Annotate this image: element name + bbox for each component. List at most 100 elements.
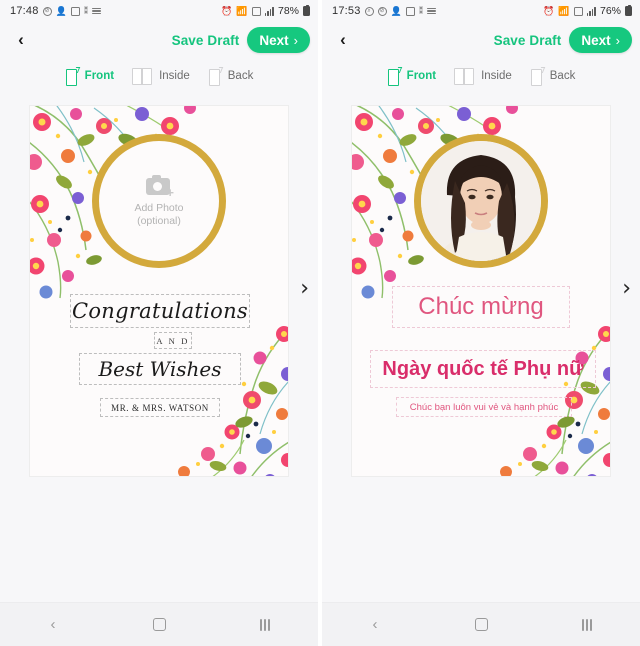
status-bar: 17:53 ⌕ ⊘ 👤 ⁑ ⏰ 📶 76%: [322, 0, 640, 22]
recents-icon: [582, 618, 592, 631]
tab-inside-label: Inside: [481, 70, 512, 82]
alarm-icon: ⏰: [543, 5, 555, 16]
contacts-icon: 👤: [55, 5, 67, 16]
bluetooth-share-icon: ⁑: [83, 5, 89, 16]
tab-front[interactable]: Front: [387, 66, 437, 86]
tab-front-label: Front: [406, 70, 437, 82]
next-button-label: Next: [259, 32, 289, 48]
tab-front[interactable]: Front: [65, 66, 114, 86]
card-inside-icon: [454, 67, 476, 86]
dual-screenshot-comparison: 17:48 ⊘ 👤 ⁑ ⏰ 📶 78% ‹ Save Draft Next › …: [0, 0, 640, 646]
wifi-icon: 📶: [558, 5, 570, 16]
wifi-icon: 📶: [236, 5, 248, 16]
card-back-icon: [208, 66, 224, 86]
menu-lines-icon: [427, 6, 437, 15]
card-side-tabs: Front Inside Back: [322, 58, 640, 92]
battery-icon: [625, 4, 632, 16]
card-text-signature[interactable]: MR. & MRS. WATSON: [100, 398, 220, 417]
save-draft-button[interactable]: Save Draft: [164, 29, 248, 52]
status-time: 17:53: [332, 5, 361, 17]
back-button[interactable]: ‹: [332, 29, 354, 51]
chevron-right-icon: ›: [615, 32, 620, 48]
data-saver-icon: [251, 6, 261, 16]
battery-icon: [303, 4, 310, 16]
do-not-disturb-icon: ⊘: [42, 6, 52, 16]
status-bar-right: ⏰ 📶 76%: [543, 4, 632, 17]
card-text-connector-value: A N D: [156, 335, 190, 346]
card-front-icon: [387, 66, 403, 86]
gallery-icon: [405, 6, 415, 16]
phone-screen-womens-day-template: 17:53 ⌕ ⊘ 👤 ⁑ ⏰ 📶 76% ‹ Save Draft Next …: [322, 0, 640, 646]
nav-recents-button[interactable]: [241, 610, 289, 640]
card-preview-stage: Chúc mừng Ngày quốc tế Phụ nữ Chúc bạn l…: [322, 92, 640, 512]
nav-home-button[interactable]: [457, 610, 505, 640]
card-text-greeting[interactable]: Congratulations: [70, 294, 250, 328]
card-photo[interactable]: [414, 134, 548, 268]
app-bar: ‹ Save Draft Next ›: [322, 22, 640, 58]
android-nav-bar: ‹: [0, 602, 318, 646]
card-text-greeting-value: Congratulations: [71, 299, 249, 323]
card-text-occasion-value: Ngày quốc tế Phụ nữ: [382, 357, 584, 380]
gallery-icon: [70, 6, 80, 16]
search-icon: ⌕: [364, 6, 374, 16]
contacts-icon: 👤: [390, 5, 402, 16]
signal-bars-icon: [264, 6, 274, 16]
tab-back[interactable]: Back: [530, 66, 575, 86]
tab-back-label: Back: [227, 70, 254, 82]
next-button[interactable]: Next ›: [247, 27, 310, 53]
chevron-right-icon: ›: [293, 32, 298, 48]
data-saver-icon: [573, 6, 583, 16]
card-text-wish[interactable]: Chúc bạn luôn vui vẻ và hạnh phúc: [396, 397, 572, 417]
card-text-greeting-value: Chúc mừng: [418, 293, 544, 320]
portrait-photo: [421, 141, 541, 261]
nav-back-button[interactable]: ‹: [29, 610, 77, 640]
tab-inside[interactable]: Inside: [454, 67, 512, 86]
card-inside-icon: [132, 67, 154, 86]
next-button-label: Next: [581, 32, 611, 48]
status-time: 17:48: [10, 5, 39, 17]
tab-inside[interactable]: Inside: [132, 67, 190, 86]
status-bar-left: 17:48 ⊘ 👤 ⁑: [10, 5, 102, 17]
battery-percent: 78%: [277, 5, 299, 17]
card-back-icon: [530, 66, 546, 86]
greeting-card-preview[interactable]: Chúc mừng Ngày quốc tế Phụ nữ Chúc bạn l…: [352, 106, 610, 476]
card-text-connector[interactable]: A N D: [154, 332, 192, 349]
tab-back[interactable]: Back: [208, 66, 254, 86]
add-photo-hint: Add Photo (optional): [134, 202, 183, 228]
card-text-signature-value: MR. & MRS. WATSON: [111, 402, 209, 413]
greeting-card-preview[interactable]: + Add Photo (optional) Congratulations A…: [30, 106, 288, 476]
alarm-icon: ⏰: [221, 5, 233, 16]
add-photo-line2: (optional): [137, 214, 181, 227]
home-square-icon: [152, 618, 166, 631]
next-button[interactable]: Next ›: [569, 27, 632, 53]
nav-back-icon: ‹: [372, 616, 378, 633]
add-photo-line1: Add Photo: [134, 201, 184, 214]
nav-home-button[interactable]: [135, 610, 183, 640]
carousel-next-arrow[interactable]: ›: [622, 278, 631, 300]
battery-percent: 76%: [599, 5, 621, 17]
card-text-wish-value: Chúc bạn luôn vui vẻ và hạnh phúc: [409, 401, 559, 413]
menu-lines-icon: [92, 6, 102, 15]
nav-recents-button[interactable]: [563, 610, 611, 640]
nav-back-button[interactable]: ‹: [351, 610, 399, 640]
app-bar: ‹ Save Draft Next ›: [0, 22, 318, 58]
status-bar: 17:48 ⊘ 👤 ⁑ ⏰ 📶 78%: [0, 0, 318, 22]
add-photo-placeholder[interactable]: + Add Photo (optional): [92, 134, 226, 268]
carousel-next-arrow[interactable]: ›: [300, 278, 309, 300]
card-text-subgreeting[interactable]: Best Wishes: [79, 353, 241, 385]
card-side-tabs: Front Inside Back: [0, 58, 318, 92]
nav-back-icon: ‹: [50, 616, 56, 633]
card-front-icon: [65, 66, 81, 86]
phone-screen-front-template: 17:48 ⊘ 👤 ⁑ ⏰ 📶 78% ‹ Save Draft Next › …: [0, 0, 318, 646]
tab-inside-label: Inside: [159, 70, 190, 82]
card-text-greeting[interactable]: Chúc mừng: [392, 286, 570, 328]
save-draft-button[interactable]: Save Draft: [486, 29, 570, 52]
add-photo-camera-icon: +: [146, 174, 174, 202]
back-button[interactable]: ‹: [10, 29, 32, 51]
card-text-subgreeting-value: Best Wishes: [98, 357, 222, 381]
card-text-occasion[interactable]: Ngày quốc tế Phụ nữ: [370, 350, 596, 388]
signal-bars-icon: [586, 6, 596, 16]
recents-icon: [260, 618, 270, 631]
android-nav-bar: ‹: [322, 602, 640, 646]
floral-decoration-bottom-right: [500, 326, 610, 476]
